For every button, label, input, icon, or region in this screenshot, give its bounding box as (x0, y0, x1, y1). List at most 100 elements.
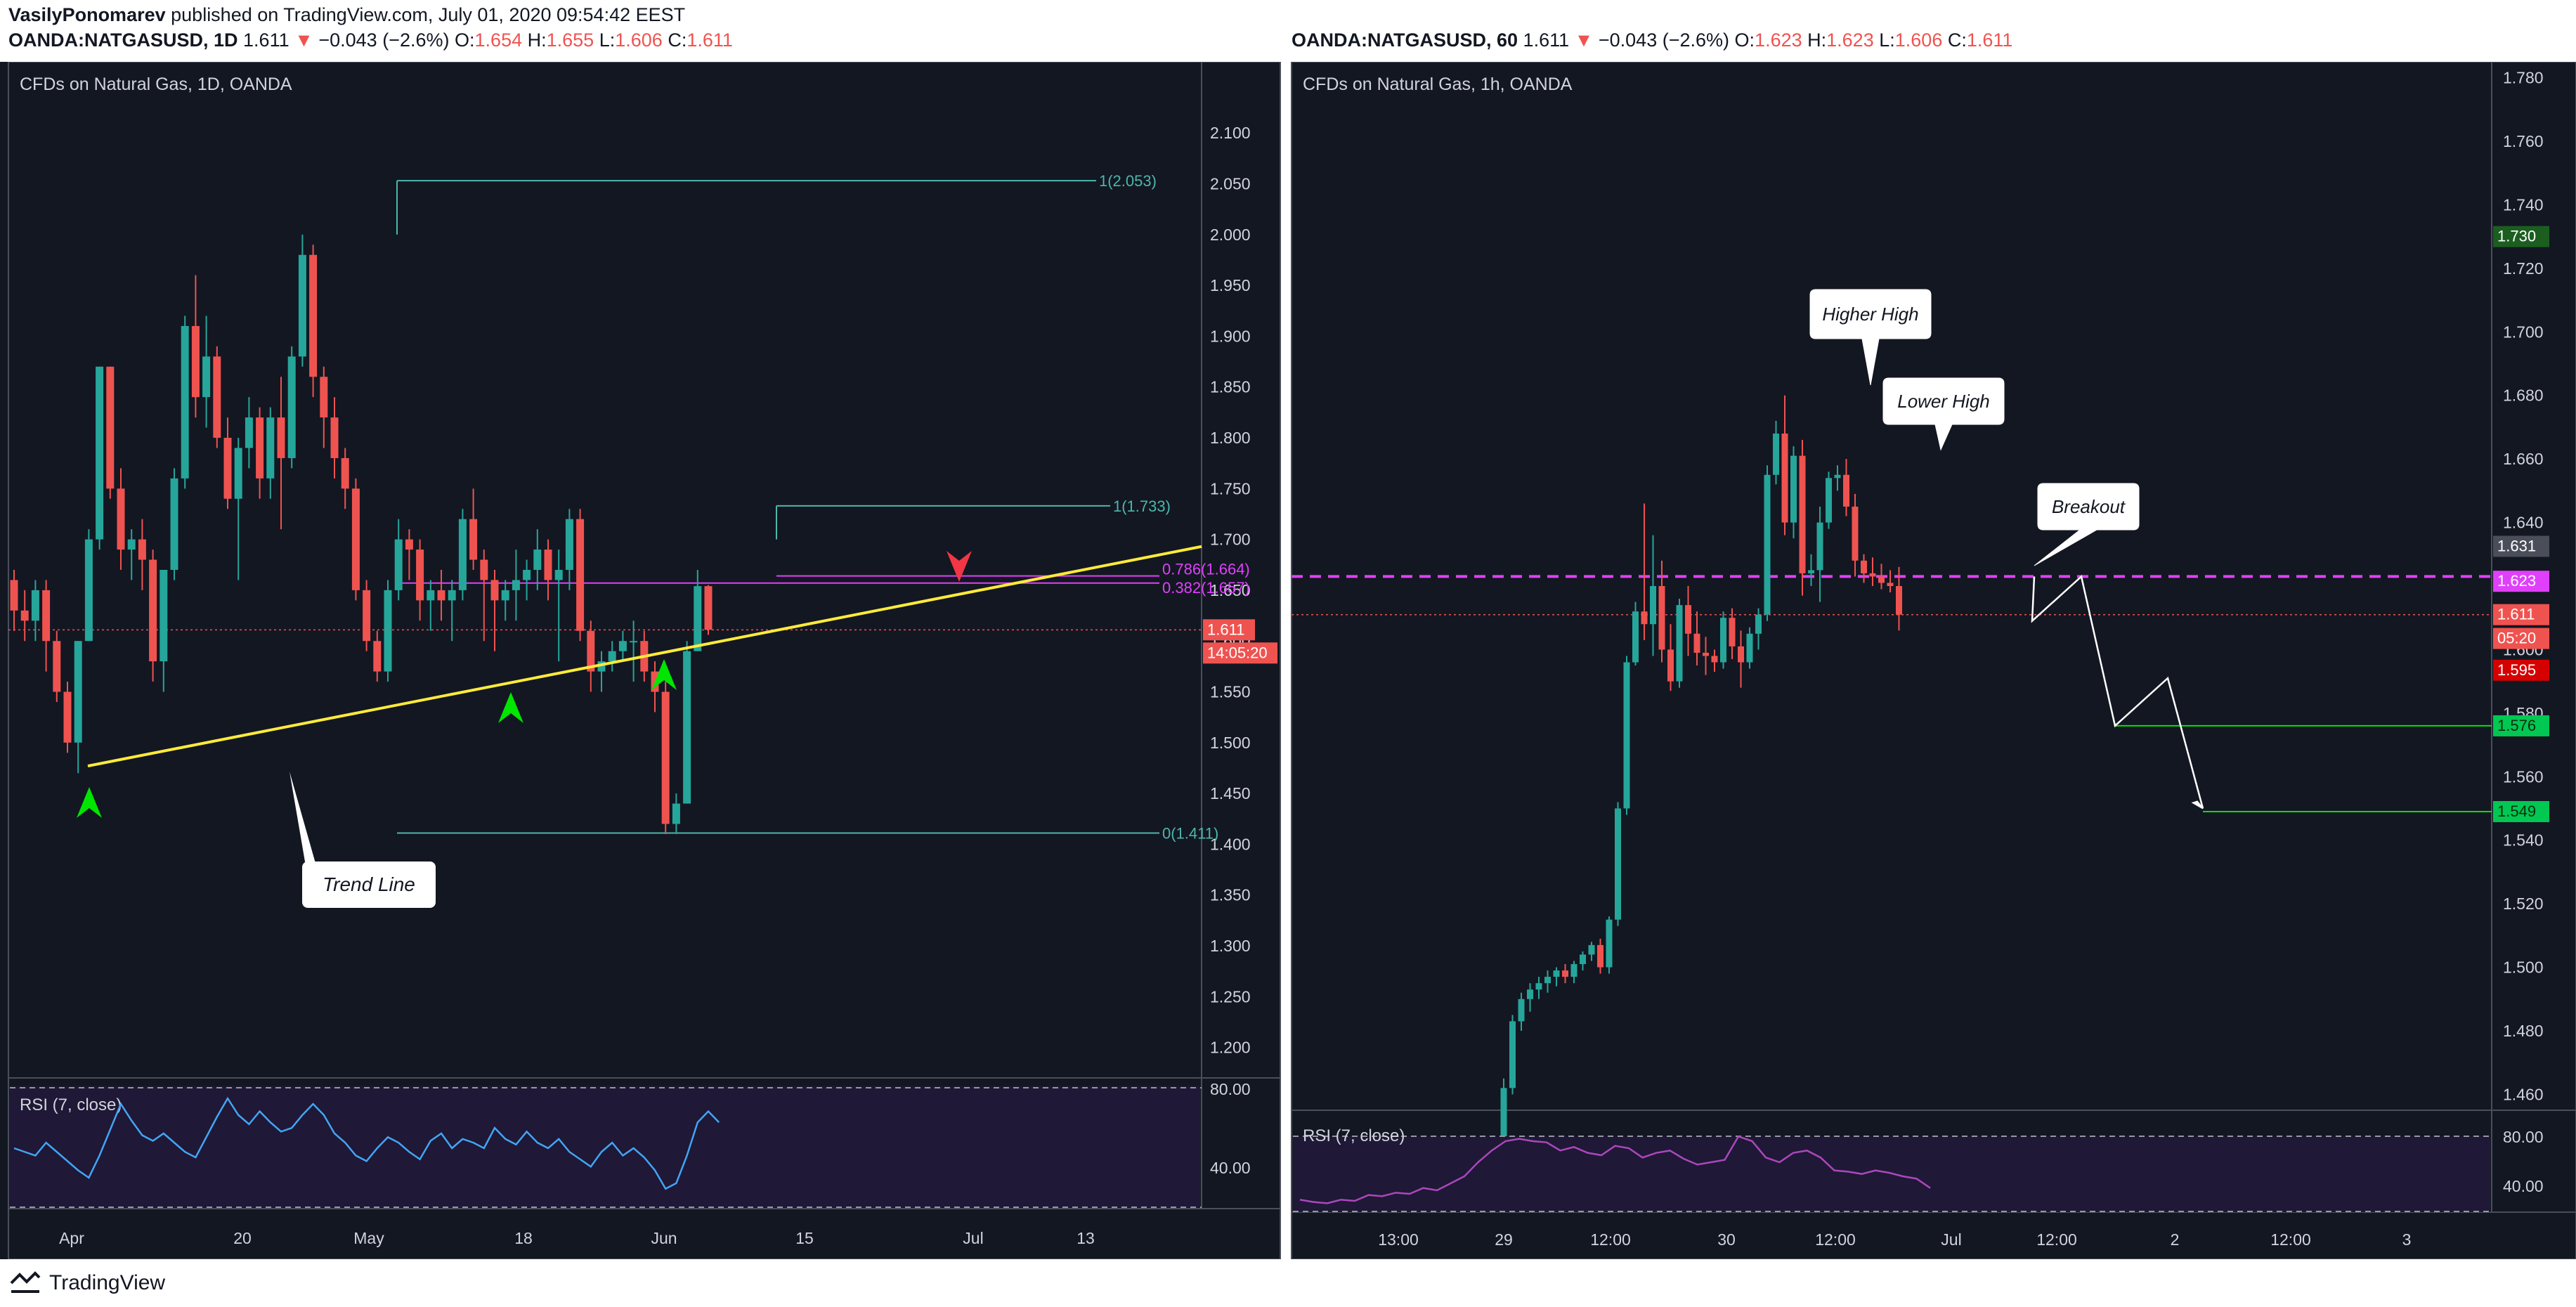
daily-candle-body (10, 580, 18, 611)
left-rsi-40: 40.00 (1210, 1159, 1251, 1177)
hourly-candle-body (1834, 474, 1841, 479)
daily-candle-body (320, 377, 328, 418)
right-x-tick: 13:00 (1378, 1230, 1419, 1249)
left-y-tick: 2.100 (1210, 124, 1251, 142)
right-chart-title: CFDs on Natural Gas, 1h, OANDA (1303, 74, 1573, 94)
daily-candle-body (31, 590, 39, 621)
left-y-tick: 1.500 (1210, 734, 1251, 752)
left-last: 1.611 (243, 30, 290, 51)
hourly-candle-body (1790, 455, 1797, 523)
hourly-candle-body (1509, 1021, 1516, 1088)
lower-high-annotation: Lower High (1897, 391, 1990, 412)
right-rsi-80: 80.00 (2503, 1128, 2544, 1146)
charts-canvas[interactable]: 2.100 2.050 2.000 1.950 1.900 1.850 1.800 1.750… (0, 62, 2576, 1259)
down-arrow-icon: ▼ (294, 30, 313, 51)
left-y-tick: 1.200 (1210, 1039, 1251, 1057)
hourly-candle-body (1764, 474, 1771, 615)
daily-candle-body (96, 366, 104, 540)
higher-high-annotation: Higher High (1822, 304, 1918, 325)
daily-candle-body (266, 417, 275, 479)
daily-candle-body (405, 539, 413, 550)
daily-candle-body (523, 570, 531, 580)
daily-candle-body (42, 590, 51, 642)
right-x-tick: 12:00 (2270, 1230, 2311, 1249)
chart-header: VasilyPonomarev published on TradingView… (0, 0, 2576, 62)
right-x-tick: 12:00 (2036, 1230, 2077, 1249)
daily-candle-body (672, 803, 680, 824)
right-high: 1.623 (1826, 30, 1874, 51)
fib-level-label: 0.786(1.664) (1162, 561, 1250, 578)
down-arrow-icon: ▼ (1574, 30, 1594, 51)
right-y-tick: 1.520 (2503, 895, 2544, 913)
left-o-label: O: (455, 30, 475, 51)
hourly-candle-body (1703, 652, 1709, 656)
right-y-tick: 1.760 (2503, 132, 2544, 150)
left-y-tick: 1.850 (1210, 378, 1251, 396)
hourly-candle-body (1887, 583, 1894, 586)
left-x-tick: May (353, 1229, 384, 1247)
left-rsi-label: RSI (7, close) (20, 1095, 122, 1114)
left-y-tick: 1.900 (1210, 327, 1251, 345)
hourly-candle-body (1588, 944, 1595, 955)
hourly-candle-body (1869, 573, 1876, 577)
hourly-candle-body (1544, 977, 1551, 984)
hourly-candle-body (1826, 478, 1832, 523)
right-price-label-6: 1.576 (2497, 717, 2536, 734)
left-panel-bg (0, 62, 1280, 1259)
right-rsi-label: RSI (7, close) (1303, 1126, 1405, 1145)
left-x-tick: 15 (795, 1229, 814, 1247)
right-change: −0.043 (−2.6%) (1598, 30, 1730, 51)
published-text: published on TradingView.com, July 01, 2… (171, 4, 686, 25)
left-x-tick: Apr (59, 1229, 84, 1247)
hourly-candle-body (1580, 954, 1586, 965)
daily-candle-body (74, 641, 82, 743)
left-high: 1.655 (546, 30, 594, 51)
daily-candle-body (309, 254, 318, 377)
right-price-label-1: 1.631 (2497, 537, 2536, 554)
daily-candle-body (704, 586, 713, 630)
right-y-tick: 1.720 (2503, 259, 2544, 278)
hourly-candle-body (1527, 989, 1533, 999)
brand-name: TradingView (49, 1271, 166, 1294)
hourly-candle-body (1816, 522, 1823, 571)
right-symbol[interactable]: OANDA:NATGASUSD, 60 (1292, 30, 1518, 51)
hourly-candle-body (1597, 944, 1604, 968)
left-y-tick: 1.950 (1210, 276, 1251, 294)
right-symbol-line: OANDA:NATGASUSD, 60 1.611 ▼ −0.043 (−2.6… (1292, 30, 2012, 51)
daily-candle-body (234, 448, 242, 499)
daily-candle-body (544, 550, 552, 580)
daily-candle-body (661, 691, 670, 824)
daily-candle-body (170, 478, 178, 570)
hourly-candle-body (1738, 646, 1744, 663)
hourly-candle-body (1667, 649, 1674, 682)
daily-candle-body (490, 580, 499, 601)
hourly-candle-body (1729, 618, 1736, 646)
hourly-candle-body (1553, 970, 1560, 977)
right-x-tick: 3 (2402, 1230, 2412, 1249)
left-symbol[interactable]: OANDA:NATGASUSD, 1D (8, 30, 238, 51)
left-chart-title: CFDs on Natural Gas, 1D, OANDA (20, 74, 292, 94)
left-y-tick: 1.750 (1210, 479, 1251, 498)
right-y-tick: 1.640 (2503, 514, 2544, 532)
left-l-label: L: (599, 30, 616, 51)
tradingview-brand[interactable]: TradingView (10, 1270, 165, 1296)
hourly-candle-body (1606, 919, 1613, 968)
right-price-label-3: 1.611 (2497, 606, 2535, 623)
publish-line: VasilyPonomarev published on TradingView… (8, 4, 685, 26)
daily-candle-body (160, 570, 168, 662)
hourly-candle-body (1641, 611, 1648, 625)
daily-candle-body (63, 691, 72, 743)
daily-candle-body (202, 356, 211, 398)
left-x-tick: 20 (233, 1229, 252, 1247)
right-open: 1.623 (1755, 30, 1802, 51)
author-name[interactable]: VasilyPonomarev (8, 4, 166, 25)
fib-level-label: 0.382(1.657) (1162, 579, 1250, 597)
daily-candle-body (480, 559, 488, 580)
hourly-candle-body (1623, 662, 1630, 809)
breakout-annotation: Breakout (2052, 496, 2126, 517)
left-x-tick: 13 (1076, 1229, 1095, 1247)
daily-candle-body (608, 651, 616, 662)
fib-level-label: 1(2.053) (1099, 172, 1157, 190)
daily-candle-body (138, 539, 146, 560)
hourly-candle-body (1685, 605, 1691, 634)
